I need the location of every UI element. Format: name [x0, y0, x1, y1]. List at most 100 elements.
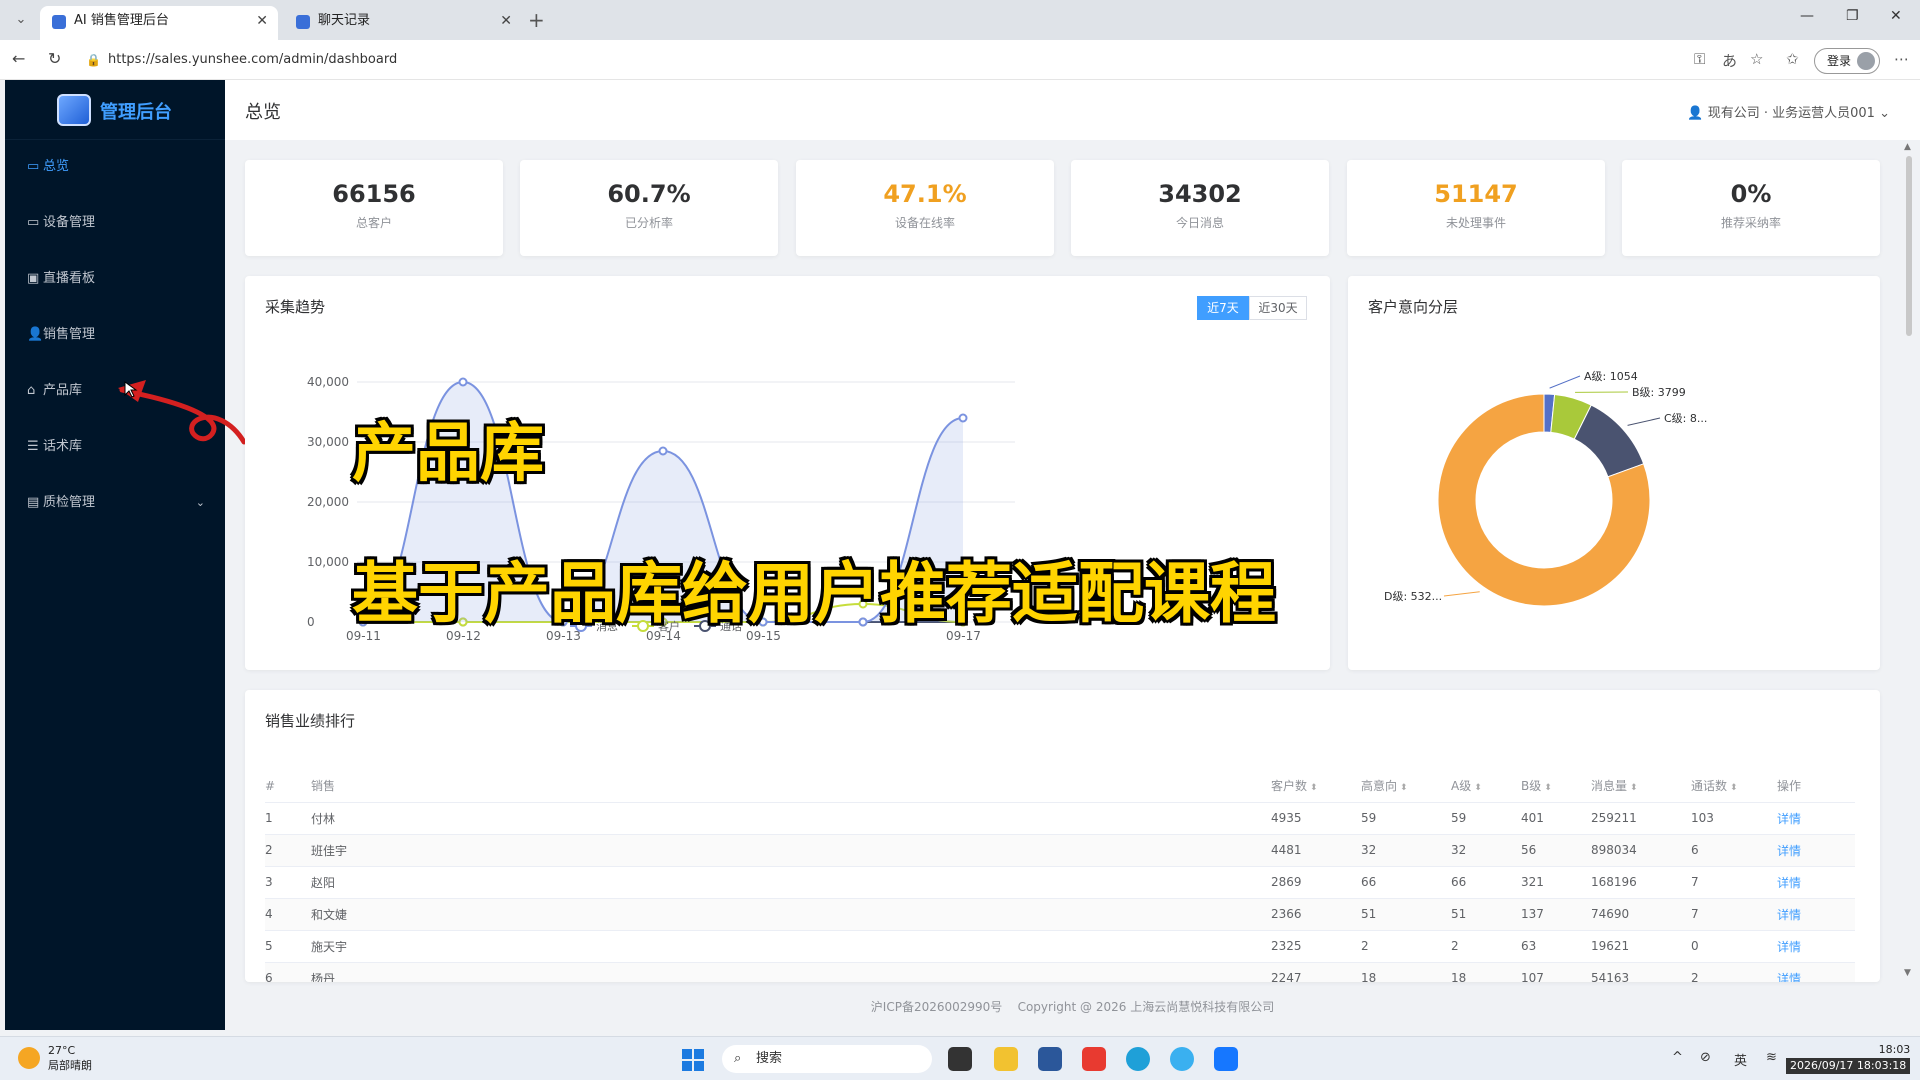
sort-icon: ⬍: [1630, 783, 1638, 794]
col-customers[interactable]: 客户数 ⬍: [1271, 770, 1361, 803]
grade-a: 66: [1451, 866, 1521, 899]
wps-icon[interactable]: [1082, 1047, 1106, 1071]
task-view-icon[interactable]: [948, 1047, 972, 1071]
edge-browser-icon[interactable]: [1126, 1047, 1150, 1071]
grade-a: 18: [1451, 962, 1521, 982]
minimize-icon[interactable]: —: [1800, 8, 1814, 24]
brand-logo[interactable]: 管理后台: [5, 80, 225, 140]
wifi-icon[interactable]: ≋: [1766, 1050, 1777, 1065]
y-tick-label: 0: [307, 615, 315, 629]
sales-name: 和文婕: [311, 898, 1271, 931]
sidebar-item-sales[interactable]: 👤 销售管理: [5, 310, 225, 360]
label-leader-line: [1549, 375, 1581, 389]
customers: 4481: [1271, 834, 1361, 867]
detail-link[interactable]: 详情: [1777, 802, 1855, 835]
col-calls[interactable]: 通话数 ⬍: [1691, 770, 1777, 803]
col-label: 客户数: [1271, 779, 1308, 794]
app-icon[interactable]: [1214, 1047, 1238, 1071]
overlay-subtitle: 基于产品库给用户推荐适配课程: [352, 555, 1276, 632]
weather-widget[interactable]: 27°C 局部晴朗: [18, 1043, 92, 1073]
sidebar-item-label: 销售管理: [43, 327, 96, 342]
col-high-intent[interactable]: 高意向 ⬍: [1361, 770, 1451, 803]
sidebar-item-devices[interactable]: ▭ 设备管理: [5, 198, 225, 248]
high-intent: 32: [1361, 834, 1451, 867]
translate-icon[interactable]: あ: [1722, 50, 1737, 71]
new-tab-icon[interactable]: +: [528, 8, 545, 32]
more-icon[interactable]: ⋯: [1894, 50, 1909, 68]
page-footer: 沪ICP备2026002990号 Copyright @ 2026 上海云尚慧悦…: [225, 992, 1920, 1022]
chat-app-icon[interactable]: [1170, 1047, 1194, 1071]
ime-indicator[interactable]: 英: [1734, 1050, 1747, 1069]
slice-label: D级: 532...: [1384, 590, 1442, 603]
sales-name: 赵阳: [311, 866, 1271, 899]
search-label: 搜索: [756, 1051, 783, 1066]
sidebar-item-overview[interactable]: ▭ 总览: [5, 142, 225, 192]
detail-link[interactable]: 详情: [1777, 930, 1855, 963]
page-scrollbar[interactable]: ▲ ▼: [1902, 142, 1914, 982]
sales-name: 班佳宇: [311, 834, 1271, 867]
customers: 4935: [1271, 802, 1361, 835]
reload-icon[interactable]: ↻: [48, 49, 61, 68]
col-label: 消息量: [1591, 779, 1628, 794]
scroll-thumb[interactable]: [1906, 156, 1912, 336]
high-intent: 51: [1361, 898, 1451, 931]
table-row: 2 班佳宇 4481 32 32 56 898034 6 详情: [265, 834, 1855, 867]
close-tab-icon[interactable]: ✕: [256, 6, 268, 36]
grade-b: 321: [1521, 866, 1591, 899]
tab-title: 聊天记录: [318, 13, 371, 28]
browser-tab-active[interactable]: AI 销售管理后台 ✕: [40, 6, 278, 40]
y-tick-label: 20,000: [307, 495, 349, 509]
windows-start-icon[interactable]: [682, 1049, 704, 1071]
system-clock[interactable]: 18:03 2026/09/17 18:03:18: [1786, 1042, 1911, 1074]
customers: 2869: [1271, 866, 1361, 899]
messages: 168196: [1591, 866, 1691, 899]
sidebar-item-label: 产品库: [43, 383, 83, 398]
close-tab-icon[interactable]: ✕: [500, 6, 512, 36]
stat-card-total-customers: 66156 总客户: [245, 160, 503, 256]
network-off-icon[interactable]: ⊘: [1700, 1050, 1711, 1065]
table-row: 5 施天宇 2325 2 2 63 19621 0 详情: [265, 930, 1855, 963]
detail-link[interactable]: 详情: [1777, 962, 1855, 982]
file-explorer-icon[interactable]: [994, 1047, 1018, 1071]
scroll-up-icon[interactable]: ▲: [1904, 142, 1911, 152]
restore-icon[interactable]: ❐: [1846, 8, 1859, 24]
calls: 7: [1691, 866, 1777, 899]
high-intent: 18: [1361, 962, 1451, 982]
close-window-icon[interactable]: ✕: [1890, 8, 1902, 24]
sort-icon: ⬍: [1730, 783, 1738, 794]
col-messages[interactable]: 消息量 ⬍: [1591, 770, 1691, 803]
table-header-row: # 销售 客户数 ⬍ 高意向 ⬍ A级 ⬍ B级 ⬍ 消息量 ⬍ 通话数 ⬍ 操作: [265, 770, 1855, 803]
table-row: 6 杨丹 2247 18 18 107 54163 2 详情: [265, 962, 1855, 982]
key-icon[interactable]: ⚿: [1694, 50, 1705, 68]
favorites-list-icon[interactable]: ✩: [1786, 50, 1799, 68]
detail-link[interactable]: 详情: [1777, 834, 1855, 867]
back-icon[interactable]: ←: [12, 49, 25, 68]
col-grade-a[interactable]: A级 ⬍: [1451, 770, 1521, 803]
y-tick-label: 10,000: [307, 555, 349, 569]
login-button[interactable]: 登录: [1814, 48, 1880, 74]
favorite-star-icon[interactable]: ☆: [1750, 50, 1763, 68]
stat-card-analyzed-rate: 60.7% 已分析率: [520, 160, 778, 256]
store-icon[interactable]: [1038, 1047, 1062, 1071]
col-grade-b[interactable]: B级 ⬍: [1521, 770, 1591, 803]
browser-tab[interactable]: 聊天记录 ✕: [284, 6, 522, 40]
sidebar-item-label: 设备管理: [43, 215, 96, 230]
device-icon: ▭: [27, 215, 40, 230]
sidebar-item-quality[interactable]: ▤ 质检管理 ⌄: [5, 478, 225, 528]
clock-timestamp: 2026/09/17 18:03:18: [1786, 1058, 1911, 1074]
scroll-down-icon[interactable]: ▼: [1904, 968, 1911, 978]
tray-expand-icon[interactable]: ^: [1672, 1050, 1683, 1065]
row-index: 5: [265, 930, 311, 963]
sidebar-item-live[interactable]: ▣ 直播看板: [5, 254, 225, 304]
icp-text: 沪ICP备2026002990号: [870, 1000, 1003, 1014]
taskbar-search[interactable]: ⌕ 搜索: [722, 1045, 932, 1073]
row-index: 2: [265, 834, 311, 867]
detail-link[interactable]: 详情: [1777, 898, 1855, 931]
tab-list-chevron-icon[interactable]: ⌄: [8, 8, 34, 32]
chat-icon: ☰: [27, 439, 39, 454]
url-field[interactable]: 🔒 https://sales.yunshee.com/admin/dashbo…: [80, 46, 1680, 74]
detail-link[interactable]: 详情: [1777, 866, 1855, 899]
customers: 2325: [1271, 930, 1361, 963]
user-menu[interactable]: 👤 现有公司 · 业务运营人员001 ⌄: [1687, 102, 1890, 121]
col-sales: 销售: [311, 770, 1271, 803]
